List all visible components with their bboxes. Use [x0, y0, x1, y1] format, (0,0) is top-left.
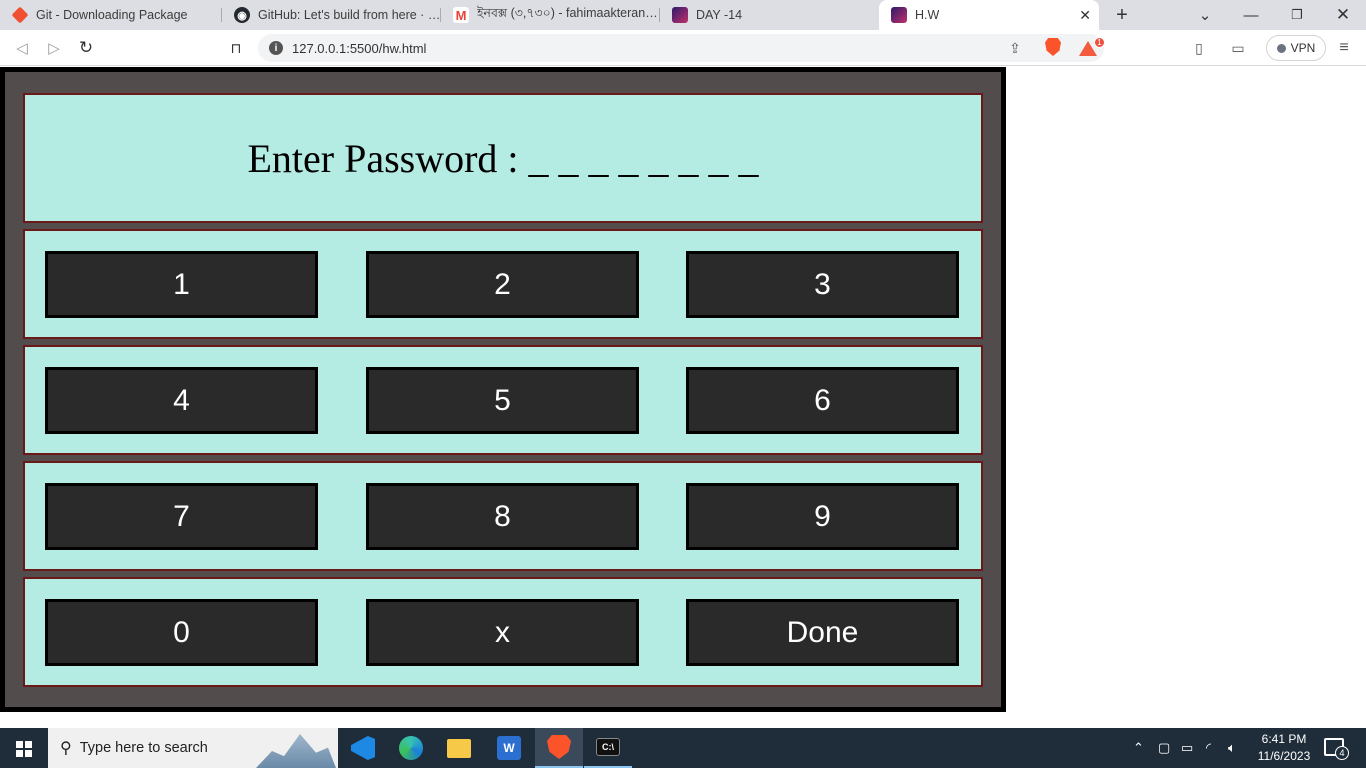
restore-icon[interactable]: ❐ — [1274, 0, 1320, 30]
volume-icon[interactable]: 🔈︎ — [1228, 728, 1236, 768]
address-bar[interactable]: i 127.0.0.1:5500/hw.html — [258, 34, 1104, 62]
site-info-icon[interactable]: i — [269, 41, 283, 55]
key-9-button[interactable]: 9 — [686, 483, 959, 550]
minimize-icon[interactable]: — — [1228, 0, 1274, 30]
terminal-taskbar-button[interactable]: C:\ — [584, 728, 632, 768]
word-icon: W — [497, 736, 521, 760]
git-icon — [11, 6, 29, 24]
tab-gmail[interactable]: M ইনবক্স (৩,৭৩০) - fahimaakterannyA — [441, 0, 660, 30]
file-explorer-taskbar-button[interactable] — [435, 728, 483, 768]
page-viewport: Enter Password : _ _ _ _ _ _ _ _ 1 2 3 4… — [0, 67, 1366, 727]
tab-label: GitHub: Let's build from here · GitHub — [258, 8, 441, 22]
rewards-badge: 1 — [1094, 36, 1105, 48]
tab-github[interactable]: ◉ GitHub: Let's build from here · GitHub — [222, 0, 441, 30]
github-icon: ◉ — [234, 7, 250, 23]
wifi-icon[interactable]: ◜ — [1206, 728, 1211, 768]
gmail-icon: M — [453, 7, 469, 23]
vpn-label: VPN — [1290, 41, 1316, 55]
tab-label: ইনবক্স (৩,৭৩০) - fahimaakterannyA — [477, 6, 660, 20]
key-3-button[interactable]: 3 — [686, 251, 959, 318]
page-icon — [672, 7, 688, 23]
edge-icon — [399, 736, 423, 760]
search-placeholder[interactable]: Type here to search — [80, 740, 208, 756]
key-4-button[interactable]: 4 — [45, 367, 318, 434]
keypad-frame: Enter Password : _ _ _ _ _ _ _ _ 1 2 3 4… — [0, 67, 1006, 712]
word-taskbar-button[interactable]: W — [485, 728, 533, 768]
key-0-button[interactable]: 0 — [45, 599, 318, 666]
url-text[interactable]: 127.0.0.1:5500/hw.html — [292, 41, 426, 56]
menu-icon[interactable]: ≡ — [1335, 39, 1353, 57]
key-7-button[interactable]: 7 — [45, 483, 318, 550]
clock-date: 11/6/2023 — [1257, 749, 1311, 763]
notification-center-icon[interactable]: 4 — [1324, 738, 1349, 760]
new-tab-button[interactable]: + — [1099, 0, 1145, 30]
close-tab-icon[interactable]: ✕ — [1079, 7, 1091, 24]
brave-rewards-icon[interactable]: 1 — [1079, 36, 1105, 57]
sidebar-icon[interactable]: ▯ — [1190, 39, 1208, 57]
key-2-button[interactable]: 2 — [366, 251, 639, 318]
done-button[interactable]: Done — [686, 599, 959, 666]
forward-icon[interactable]: ▷ — [42, 36, 66, 60]
share-icon[interactable]: ⇪ — [1006, 39, 1024, 57]
browser-toolbar: ◁ ▷ ↻ ⊓ i 127.0.0.1:5500/hw.html ⇪ 1 ▯ ▭… — [0, 30, 1366, 66]
windows-taskbar: ⚲ Type here to search W C:\ ⌃ ▢ ▭ ◜ 🔈︎ 6… — [0, 728, 1366, 768]
vscode-taskbar-button[interactable] — [339, 728, 387, 768]
vscode-icon — [351, 736, 375, 760]
tab-search-chevron-icon[interactable]: ⌄ — [1182, 0, 1228, 30]
search-icon: ⚲ — [60, 740, 72, 757]
tab-label: Git - Downloading Package — [36, 8, 188, 22]
wallet-icon[interactable]: ▭ — [1229, 39, 1247, 57]
keypad-row: 7 8 9 — [23, 461, 983, 571]
back-icon[interactable]: ◁ — [10, 36, 34, 60]
key-1-button[interactable]: 1 — [45, 251, 318, 318]
page-icon — [891, 7, 907, 23]
brave-taskbar-button[interactable] — [535, 728, 583, 768]
clock-time: 6:41 PM — [1261, 732, 1307, 746]
clear-button[interactable]: x — [366, 599, 639, 666]
reload-icon[interactable]: ↻ — [74, 36, 98, 60]
bookmark-icon[interactable]: ⊓ — [224, 36, 248, 60]
close-window-icon[interactable]: ✕ — [1320, 0, 1366, 30]
battery-icon[interactable]: ▭ — [1181, 728, 1193, 768]
tab-git[interactable]: Git - Downloading Package — [0, 0, 222, 30]
key-6-button[interactable]: 6 — [686, 367, 959, 434]
password-label: Enter Password : _ _ _ _ _ _ _ _ — [247, 135, 759, 181]
keypad-row: 0 x Done — [23, 577, 983, 687]
brave-icon — [547, 735, 571, 759]
show-hidden-icons-icon[interactable]: ⌃ — [1133, 728, 1144, 768]
key-8-button[interactable]: 8 — [366, 483, 639, 550]
folder-icon — [447, 738, 471, 758]
tab-label: DAY -14 — [696, 8, 743, 22]
password-display: Enter Password : _ _ _ _ _ _ _ _ — [23, 93, 983, 223]
notification-count: 4 — [1335, 746, 1349, 760]
tab-label: H.W — [915, 8, 940, 22]
keypad-row: 4 5 6 — [23, 345, 983, 455]
tab-strip: Git - Downloading Package ◉ GitHub: Let'… — [0, 0, 1366, 30]
windows-start-icon[interactable] — [16, 741, 32, 757]
edge-taskbar-button[interactable] — [387, 728, 435, 768]
tab-hw[interactable]: H.W ✕ — [879, 0, 1099, 30]
taskbar-clock[interactable]: 6:41 PM 11/6/2023 — [1246, 731, 1322, 765]
vpn-button[interactable]: VPN — [1266, 35, 1326, 61]
terminal-icon: C:\ — [596, 738, 620, 756]
tab-day-14[interactable]: DAY -14 — [660, 0, 879, 30]
keypad-row: 1 2 3 — [23, 229, 983, 339]
vpn-status-icon — [1276, 43, 1286, 53]
key-5-button[interactable]: 5 — [366, 367, 639, 434]
meet-now-icon[interactable]: ▢ — [1158, 728, 1170, 768]
brave-shields-icon[interactable] — [1044, 38, 1062, 56]
